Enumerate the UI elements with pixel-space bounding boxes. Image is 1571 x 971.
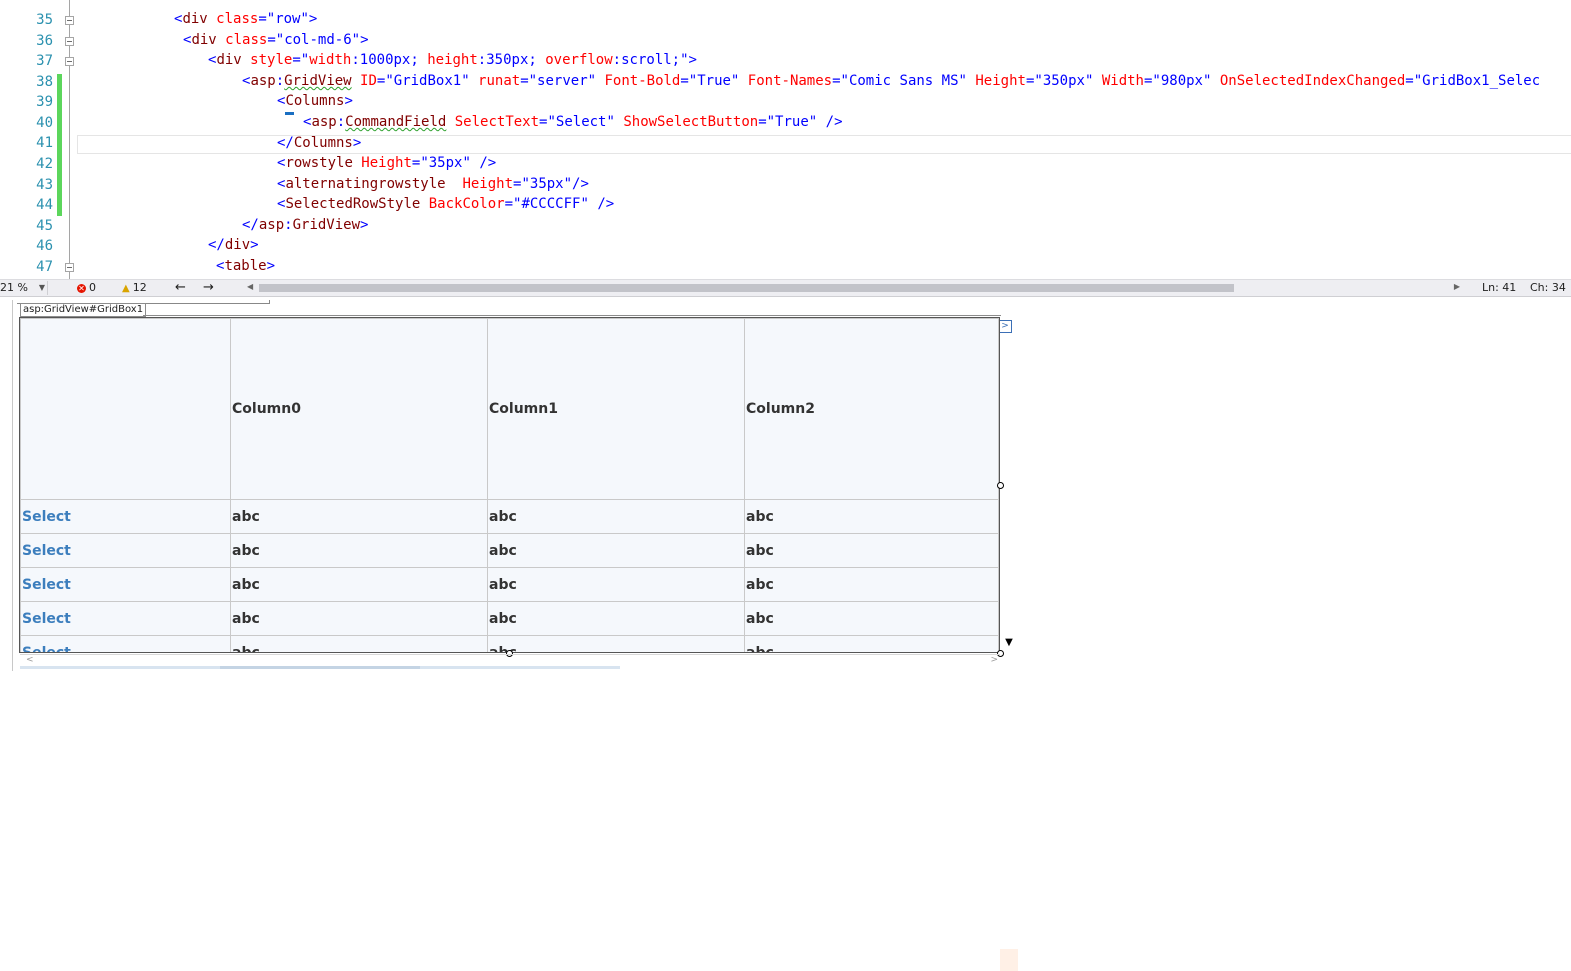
collapse-icon[interactable] xyxy=(65,16,74,25)
table-cell: abc xyxy=(487,601,745,636)
table-cell: abc xyxy=(744,601,999,636)
table-cell: abc xyxy=(487,533,745,568)
table-row: Select abc abc abc xyxy=(20,499,999,534)
error-count[interactable]: ✕ 0 xyxy=(77,281,96,295)
line-number: 36 xyxy=(36,33,53,49)
table-cell: abc xyxy=(230,635,488,652)
header-cell-column1: Column1 xyxy=(487,318,745,500)
table-row: Select abc abc abc xyxy=(20,567,999,602)
table-cell: abc xyxy=(487,499,745,534)
table-row: Select abc abc abc xyxy=(20,533,999,568)
code-line-43: <alternatingrowstyle Height="35px"/> xyxy=(277,176,589,192)
code-line-47: <table> xyxy=(216,258,276,274)
editor-horizontal-scrollbar[interactable]: ◀ ▶ xyxy=(247,282,1460,293)
header-cell-column2: Column2 xyxy=(744,318,999,500)
collapse-icon[interactable] xyxy=(65,37,74,46)
smart-tag-marker[interactable] xyxy=(285,112,294,115)
change-indicator-bar xyxy=(57,74,62,216)
code-line-39: <Columns> xyxy=(277,93,353,109)
line-number: 38 xyxy=(36,74,53,90)
selection-outline xyxy=(143,315,1001,316)
header-row: Column0 Column1 Column2 xyxy=(20,318,999,500)
line-number: 35 xyxy=(36,12,53,28)
scroll-left-icon[interactable]: ◀ xyxy=(247,282,253,291)
smart-tag-button[interactable]: > xyxy=(998,320,1012,333)
table-cell: abc xyxy=(744,499,999,534)
line-number: 34 xyxy=(0,0,53,3)
select-link[interactable]: Select xyxy=(20,601,231,636)
line-number: 42 xyxy=(36,156,53,172)
line-number: 47 xyxy=(36,259,53,275)
header-cell-command xyxy=(20,318,231,500)
design-surface[interactable]: asp:GridView#GridBox1 > Column0 Column1 … xyxy=(0,300,1571,971)
table-row: Select abc abc abc xyxy=(20,601,999,636)
line-number: 39 xyxy=(36,94,53,110)
code-line-37: <div style="width:1000px; height:350px; … xyxy=(208,52,697,68)
gridview-control[interactable]: Column0 Column1 Column2 Select abc abc a… xyxy=(19,317,1000,653)
design-corner xyxy=(1000,949,1018,971)
code-line-40: <asp:CommandField SelectText="Select" Sh… xyxy=(303,114,843,130)
select-link[interactable]: Select xyxy=(20,567,231,602)
line-number: 40 xyxy=(36,115,53,131)
scroll-right-icon[interactable]: > xyxy=(990,655,998,665)
warning-icon: ▲ xyxy=(122,283,130,294)
line-number: 37 xyxy=(36,53,53,69)
table-cell: abc xyxy=(744,567,999,602)
line-indicator: Ln: 41 xyxy=(1482,281,1517,294)
code-line-46: </div> xyxy=(208,237,259,253)
line-number: 44 xyxy=(36,197,53,213)
scrollbar-thumb[interactable] xyxy=(259,284,1234,292)
editor-status-bar: 21 % ▼ ✕ 0 ▲ 12 ← → ◀ ▶ Ln: 41 Ch: 34 xyxy=(0,279,1571,297)
table-cell: abc xyxy=(487,635,745,652)
element-tag-label[interactable]: asp:GridView#GridBox1 xyxy=(20,303,147,317)
code-line-44: <SelectedRowStyle BackColor="#CCCCFF" /> xyxy=(277,196,615,212)
code-line-45: </asp:GridView> xyxy=(242,217,369,233)
line-number: 43 xyxy=(36,177,53,193)
design-horizontal-scrollbar[interactable]: < > xyxy=(20,654,1000,669)
zoom-level: 21 % xyxy=(0,281,28,294)
select-link[interactable]: Select xyxy=(20,533,231,568)
select-link[interactable]: Select xyxy=(20,635,231,652)
line-number: 46 xyxy=(36,238,53,254)
chevron-down-icon: ▼ xyxy=(38,283,45,292)
zoom-dropdown[interactable]: 21 % ▼ xyxy=(0,281,48,295)
code-line-38: <asp:GridView ID="GridBox1" runat="serve… xyxy=(242,73,1541,89)
table-cell: abc xyxy=(744,533,999,568)
collapse-icon[interactable] xyxy=(65,57,74,66)
navigate-back-icon[interactable]: ← xyxy=(175,280,186,295)
scroll-down-icon[interactable]: ▼ xyxy=(1002,636,1016,650)
select-link[interactable]: Select xyxy=(20,499,231,534)
column-indicator: Ch: 34 xyxy=(1530,281,1566,294)
resize-handle-right[interactable] xyxy=(997,482,1004,489)
warning-count[interactable]: ▲ 12 xyxy=(122,281,147,296)
code-line-35: <div class="row"> xyxy=(174,11,318,27)
line-number: 41 xyxy=(36,135,53,151)
navigate-forward-icon[interactable]: → xyxy=(203,280,214,295)
table-cell: abc xyxy=(744,635,999,652)
collapse-icon[interactable] xyxy=(65,263,74,272)
code-line-42: <rowstyle Height="35px" /> xyxy=(277,155,497,171)
line-number: 45 xyxy=(36,218,53,234)
code-line-41: </Columns> xyxy=(277,135,362,151)
table-cell: abc xyxy=(487,567,745,602)
scroll-right-icon[interactable]: ▶ xyxy=(1454,282,1460,291)
header-cell-column0: Column0 xyxy=(230,318,488,500)
scrollbar-thumb[interactable] xyxy=(220,666,420,669)
table-cell: abc xyxy=(230,601,488,636)
grid-table: Column0 Column1 Column2 Select abc abc a… xyxy=(20,318,999,652)
code-editor[interactable]: 34 35 36 37 38 39 40 41 42 43 44 45 46 4… xyxy=(0,0,1571,279)
table-cell: abc xyxy=(230,499,488,534)
scroll-left-icon[interactable]: < xyxy=(26,655,34,665)
error-icon: ✕ xyxy=(77,283,86,293)
design-left-rule xyxy=(12,300,13,671)
table-cell: abc xyxy=(230,533,488,568)
table-cell: abc xyxy=(230,567,488,602)
code-line-36: <div class="col-md-6"> xyxy=(183,32,369,48)
